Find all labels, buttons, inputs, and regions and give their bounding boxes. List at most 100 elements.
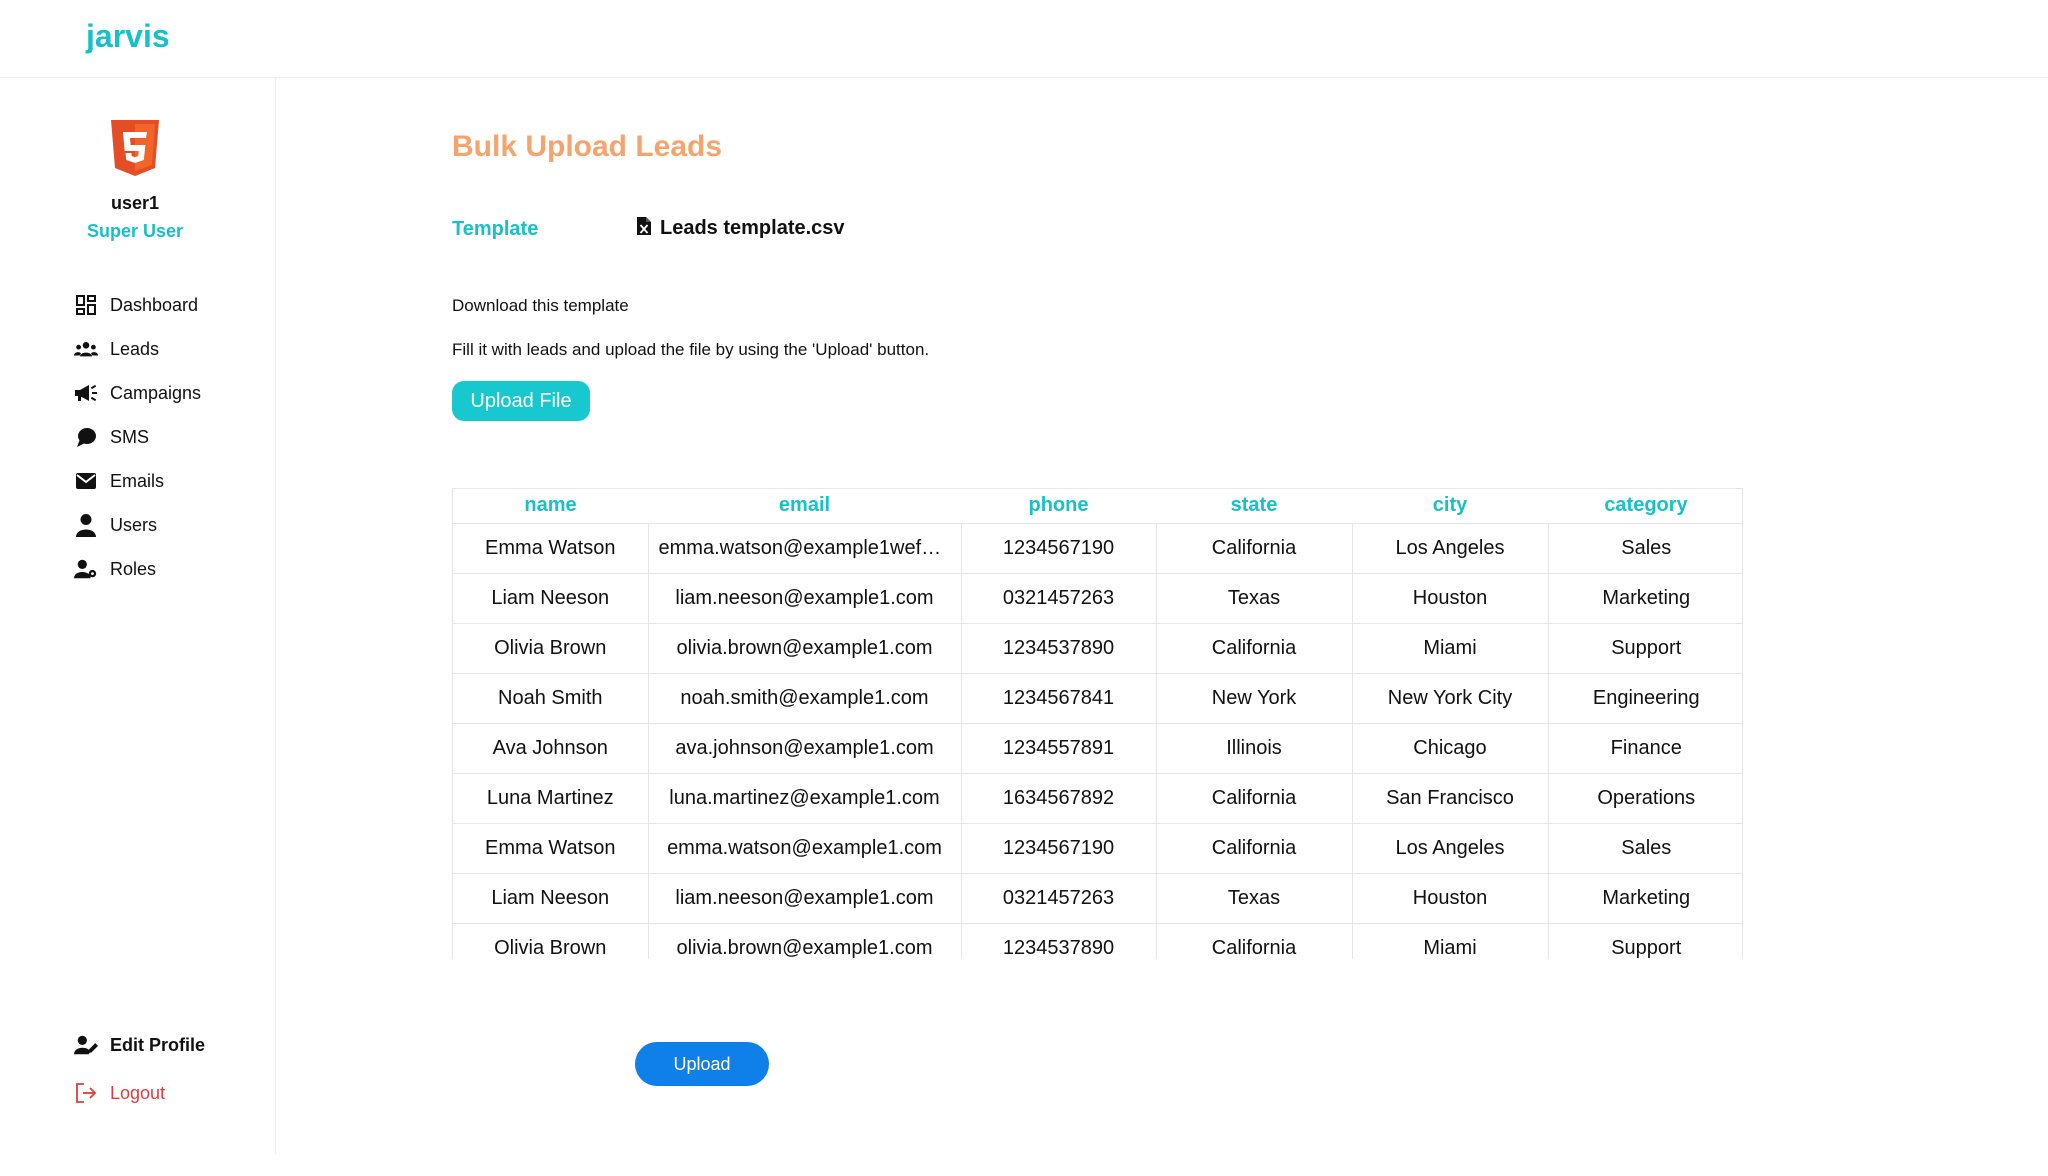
cell-city: Houston	[1352, 573, 1549, 624]
template-label: Template	[452, 218, 539, 240]
logout-link[interactable]: Logout	[74, 1078, 165, 1108]
cell-phone: 1234537890	[961, 923, 1157, 959]
sidebar-item-emails[interactable]: Emails	[74, 466, 164, 496]
cell-phone: 1634567892	[961, 773, 1157, 824]
cell-email: noah.smith@example1.com	[648, 673, 962, 724]
cell-state: New York	[1156, 673, 1353, 724]
leads-preview-table[interactable]: name email phone state city category Emm…	[452, 488, 1743, 959]
cell-city: Houston	[1352, 873, 1549, 924]
file-excel-icon	[636, 216, 652, 241]
column-header-city: city	[1352, 489, 1548, 524]
table-row: Luna Martinez luna.martinez@example1.com 1…	[453, 773, 1742, 824]
cell-category: Finance	[1548, 723, 1742, 774]
edit-profile-icon	[74, 1033, 98, 1057]
brand-logo[interactable]: jarvis	[86, 18, 170, 55]
sidebar-item-leads[interactable]: Leads	[74, 334, 159, 364]
table-row: Emma Watson emma.watson@example1.com 12345…	[453, 823, 1742, 874]
cell-email: luna.martinez@example1.com	[648, 773, 962, 824]
user-name: user1	[110, 193, 160, 213]
cell-state: Texas	[1156, 573, 1353, 624]
cell-name: Ava Johnson	[453, 723, 649, 774]
cell-name: Noah Smith	[453, 673, 649, 724]
cell-city: Miami	[1352, 923, 1549, 959]
table-row: Emma Watson emma.watson@example1wefne... 1…	[453, 523, 1742, 574]
table-header-row: name email phone state city category	[453, 489, 1742, 524]
table-body: Emma Watson emma.watson@example1wefne... 1…	[453, 523, 1742, 959]
page-title: Bulk Upload Leads	[452, 130, 723, 163]
cell-name: Liam Neeson	[453, 873, 649, 924]
table-row: Noah Smith noah.smith@example1.com 1234567…	[453, 673, 1742, 724]
roles-icon	[74, 557, 98, 581]
edit-profile-link[interactable]: Edit Profile	[74, 1030, 205, 1060]
column-header-phone: phone	[961, 489, 1156, 524]
cell-phone: 1234557891	[961, 723, 1157, 774]
user-icon	[74, 513, 98, 537]
cell-category: Sales	[1548, 523, 1742, 574]
sidebar-item-roles[interactable]: Roles	[74, 554, 156, 584]
sidebar-item-label: Users	[110, 514, 158, 535]
cell-state: California	[1156, 823, 1353, 874]
cell-phone: 1234567190	[961, 823, 1157, 874]
cell-category: Operations	[1548, 773, 1742, 824]
template-download-link[interactable]: Leads template.csv	[636, 216, 845, 241]
column-header-email: email	[648, 489, 961, 524]
table-row: Liam Neeson liam.neeson@example1.com 03214…	[453, 573, 1742, 624]
dashboard-icon	[74, 293, 98, 317]
sidebar-item-label: Emails	[110, 470, 165, 491]
cell-email: ava.johnson@example1.com	[648, 723, 962, 774]
cell-city: San Francisco	[1352, 773, 1549, 824]
cell-state: California	[1156, 623, 1353, 674]
logout-icon	[74, 1081, 98, 1105]
column-header-category: category	[1548, 489, 1742, 524]
sidebar-item-campaigns[interactable]: Campaigns	[74, 378, 201, 408]
cell-city: Los Angeles	[1352, 523, 1549, 574]
cell-email: emma.watson@example1wefne...	[648, 523, 962, 574]
cell-phone: 1234537890	[961, 623, 1157, 674]
sidebar-item-users[interactable]: Users	[74, 510, 157, 540]
edit-profile-label: Edit Profile	[110, 1034, 206, 1055]
cell-name: Olivia Brown	[453, 623, 649, 674]
cell-email: olivia.brown@example1.com	[648, 623, 962, 674]
table-row: Ava Johnson ava.johnson@example1.com 12345…	[453, 723, 1742, 774]
logout-label: Logout	[110, 1082, 166, 1103]
template-file-name: Leads template.csv	[660, 217, 845, 239]
sidebar-item-label: Leads	[110, 338, 160, 359]
cell-email: liam.neeson@example1.com	[648, 573, 962, 624]
cell-name: Emma Watson	[453, 823, 649, 874]
cell-name: Emma Watson	[453, 523, 649, 574]
upload-button[interactable]: Upload	[635, 1042, 769, 1086]
sidebar-item-label: Dashboard	[110, 294, 199, 315]
cell-phone: 1234567841	[961, 673, 1157, 724]
sidebar-item-sms[interactable]: SMS	[74, 422, 149, 452]
top-bar: jarvis	[0, 0, 2048, 78]
upload-file-button[interactable]: Upload File	[452, 381, 590, 421]
cell-state: Texas	[1156, 873, 1353, 924]
table-row: Olivia Brown olivia.brown@example1.com 123…	[453, 923, 1742, 959]
cell-phone: 0321457263	[961, 573, 1157, 624]
cell-city: Los Angeles	[1352, 823, 1549, 874]
sidebar: user1 Super User Dashboard Leads Campaig…	[0, 78, 276, 1154]
cell-state: California	[1156, 923, 1353, 959]
sidebar-item-label: Campaigns	[110, 382, 202, 403]
cell-email: olivia.brown@example1.com	[648, 923, 962, 959]
column-header-state: state	[1156, 489, 1352, 524]
sidebar-item-label: SMS	[110, 426, 150, 447]
upload-instruction: Fill it with leads and upload the file b…	[452, 340, 930, 359]
megaphone-icon	[74, 381, 98, 405]
chat-icon	[74, 425, 98, 449]
cell-name: Olivia Brown	[453, 923, 649, 959]
table-row: Olivia Brown olivia.brown@example1.com 123…	[453, 623, 1742, 674]
column-header-name: name	[453, 489, 648, 524]
cell-category: Sales	[1548, 823, 1742, 874]
cell-phone: 1234567190	[961, 523, 1157, 574]
cell-name: Luna Martinez	[453, 773, 649, 824]
mail-icon	[74, 469, 98, 493]
sidebar-item-dashboard[interactable]: Dashboard	[74, 290, 198, 320]
cell-category: Marketing	[1548, 873, 1742, 924]
avatar	[111, 120, 159, 176]
cell-phone: 0321457263	[961, 873, 1157, 924]
cell-city: Chicago	[1352, 723, 1549, 774]
sidebar-item-label: Roles	[110, 558, 157, 579]
cell-city: Miami	[1352, 623, 1549, 674]
cell-email: emma.watson@example1.com	[648, 823, 962, 874]
